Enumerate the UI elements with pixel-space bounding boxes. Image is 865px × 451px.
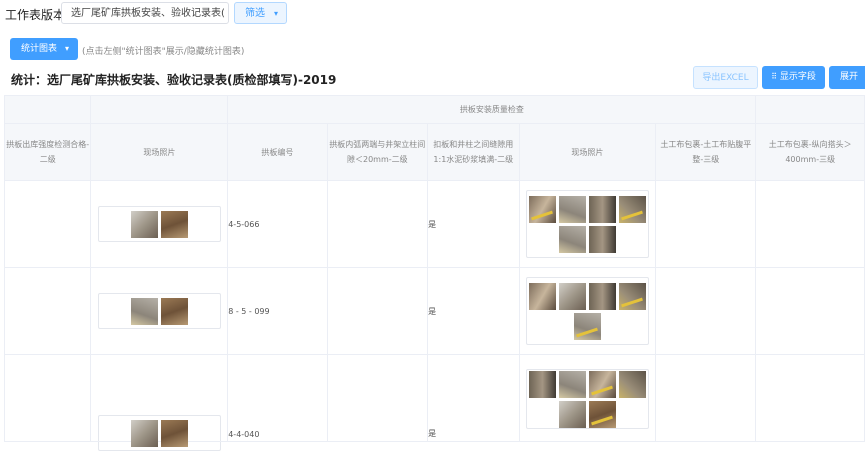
filter-label: 筛选 <box>245 8 265 19</box>
site-photo[interactable] <box>618 195 646 223</box>
group-header: 拱板安装质量检查 <box>227 95 757 124</box>
site-photo[interactable] <box>160 419 188 447</box>
table-cell <box>3 180 92 268</box>
chevron-down-icon: ▾ <box>273 9 278 18</box>
site-photo[interactable] <box>588 370 616 398</box>
column-header[interactable]: 土工布包裹-纵向搭头＞400mm-三级 <box>755 123 865 181</box>
table-cell <box>3 267 92 355</box>
table-row: 4-4-040 是 <box>3 354 865 451</box>
photo-gallery[interactable] <box>525 369 649 429</box>
column-header[interactable]: 拱板出库强度检测合格-二级 <box>3 123 92 181</box>
table-cell <box>326 354 429 442</box>
site-photo[interactable] <box>618 282 646 310</box>
show-fields-button[interactable]: ⠿ 显示字段 <box>762 66 825 89</box>
table-cell <box>326 180 429 268</box>
site-photo[interactable] <box>558 225 586 253</box>
table-cell <box>3 354 92 442</box>
top-bar: 工作表版本: 选厂尾矿库拱板安装、验收记录表( 筛选 ▾ <box>0 0 865 32</box>
site-photo[interactable] <box>558 282 586 310</box>
header-cell <box>90 95 229 124</box>
header-cell <box>3 95 92 124</box>
site-photo[interactable] <box>588 400 616 428</box>
table-cell <box>655 267 757 355</box>
column-header[interactable]: 现场照片 <box>90 123 229 181</box>
version-select-value: 选厂尾矿库拱板安装、验收记录表( <box>71 8 225 19</box>
site-photo[interactable] <box>558 400 586 428</box>
table-cell <box>655 354 757 442</box>
photo-gallery[interactable] <box>97 293 221 329</box>
column-header[interactable]: 拱板内弧两端与井架立柱间隙＜20mm-二级 <box>326 123 429 181</box>
grout-filled-cell: 是 <box>427 267 520 355</box>
stat-chart-button[interactable]: 统计图表 ▾ <box>10 38 78 60</box>
site-photo[interactable] <box>130 297 158 325</box>
filter-button[interactable]: 筛选 ▾ <box>234 2 287 24</box>
version-label: 工作表版本: <box>5 8 70 22</box>
expand-button[interactable]: 展开 <box>829 66 865 89</box>
version-select[interactable]: 选厂尾矿库拱板安装、验收记录表( <box>61 2 229 24</box>
photo-cell <box>90 267 229 355</box>
column-header[interactable]: 拱板编号 <box>227 123 328 181</box>
table-cell <box>755 354 865 442</box>
site-photo[interactable] <box>528 282 556 310</box>
grout-filled-cell: 是 <box>427 180 520 268</box>
photo-cell <box>90 354 229 451</box>
board-number-cell: 8 - 5 - 099 <box>227 267 328 355</box>
photo-gallery[interactable] <box>525 277 649 345</box>
table-cell <box>755 267 865 355</box>
table-row: 8 - 5 - 099 是 <box>3 267 865 355</box>
site-photo[interactable] <box>558 195 586 223</box>
show-fields-label: 显示字段 <box>779 72 816 82</box>
board-number-cell: 4-4-040 <box>227 354 328 442</box>
site-photo[interactable] <box>528 195 556 223</box>
chevron-down-icon: ▾ <box>64 44 69 53</box>
data-table: 拱板安装质量检查 拱板出库强度检测合格-二级 现场照片 拱板编号 拱板内弧两端与… <box>3 95 865 451</box>
column-header[interactable]: 扣板和井柱之间缝隙用1:1水泥砂浆填满-二级 <box>427 123 520 181</box>
photo-cell <box>518 267 657 355</box>
stat-chart-hint: (点击左侧"统计图表"展示/隐藏统计图表) <box>82 47 245 57</box>
site-photo[interactable] <box>588 225 616 253</box>
site-photo[interactable] <box>160 297 188 325</box>
site-photo[interactable] <box>588 282 616 310</box>
header-cell <box>755 95 865 124</box>
site-photo[interactable] <box>618 370 646 398</box>
table-cell <box>655 180 757 268</box>
grout-filled-cell: 是 <box>427 354 520 442</box>
column-header[interactable]: 土工布包裹-土工布贴腹平整-三级 <box>655 123 757 181</box>
photo-cell <box>518 354 657 442</box>
photo-cell <box>90 180 229 268</box>
photo-gallery[interactable] <box>97 206 221 242</box>
stat-chart-label: 统计图表 <box>21 44 58 54</box>
site-photo[interactable] <box>588 195 616 223</box>
site-photo[interactable] <box>130 210 158 238</box>
photo-gallery[interactable] <box>525 190 649 258</box>
site-photo[interactable] <box>130 419 158 447</box>
table-row: 4-5-066 是 <box>3 180 865 268</box>
grid-icon: ⠿ <box>771 72 777 81</box>
site-photo[interactable] <box>558 370 586 398</box>
export-excel-button[interactable]: 导出EXCEL <box>693 66 758 89</box>
column-header[interactable]: 现场照片 <box>518 123 657 181</box>
photo-gallery[interactable] <box>97 415 221 451</box>
site-photo[interactable] <box>160 210 188 238</box>
photo-cell <box>518 180 657 268</box>
table-cell <box>755 180 865 268</box>
page-title: 统计：选厂尾矿库拱板安装、验收记录表(质检部填写)-2019 <box>11 73 337 87</box>
table-cell <box>326 267 429 355</box>
site-photo[interactable] <box>528 370 556 398</box>
board-number-cell: 4-5-066 <box>227 180 328 268</box>
site-photo[interactable] <box>573 312 601 340</box>
